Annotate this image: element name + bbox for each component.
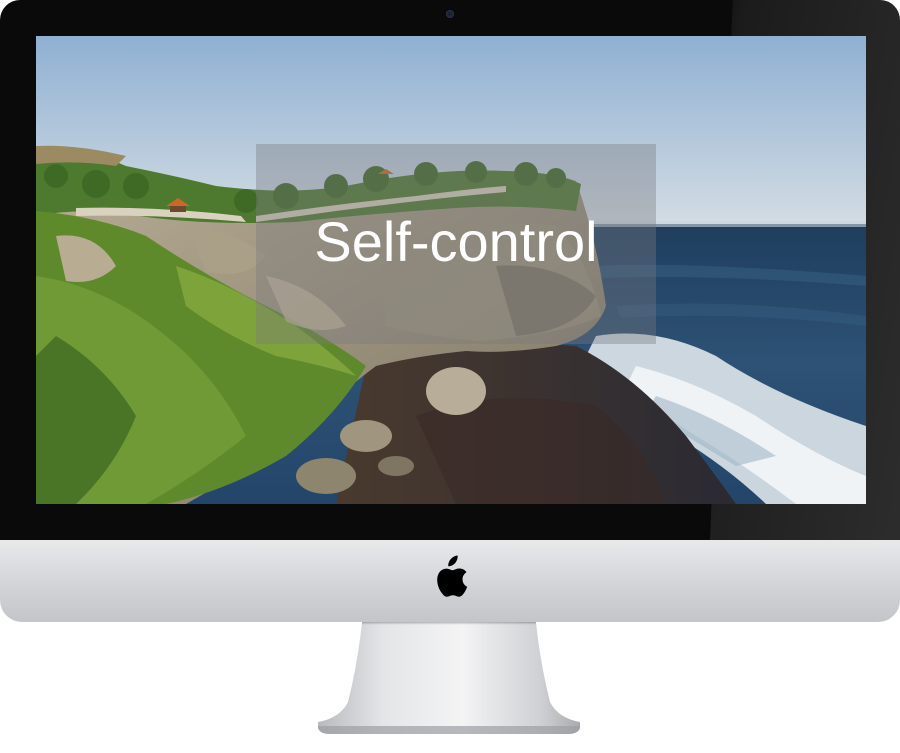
screen-title: Self-control [314,210,598,273]
monitor-stand [318,622,580,734]
apple-logo-icon [437,555,468,597]
webcam-icon [446,10,454,18]
imac-mockup: Self-control [0,0,900,753]
